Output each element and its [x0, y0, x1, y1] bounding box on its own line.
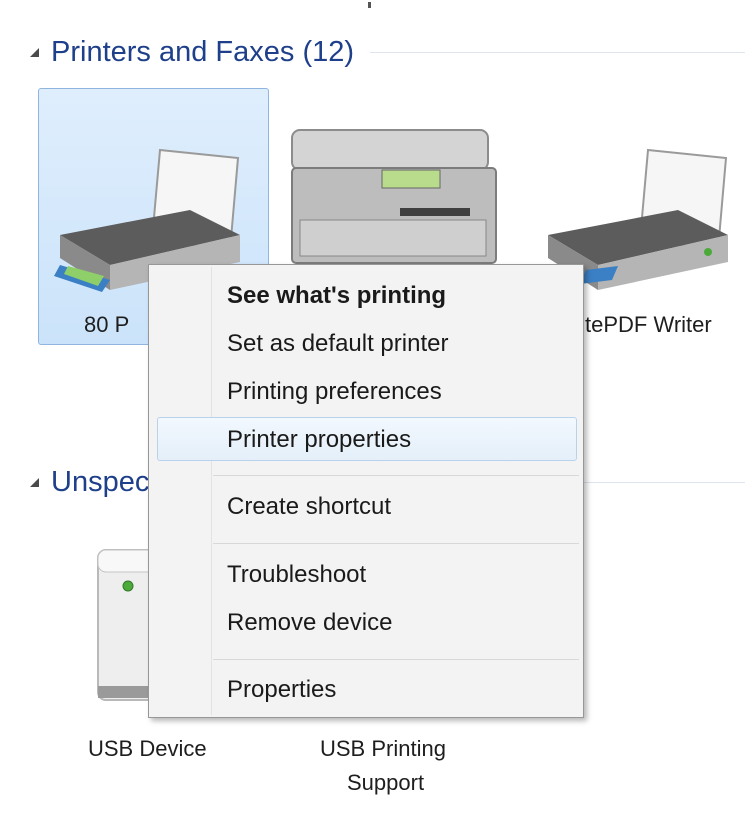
device-label: 80 P — [84, 312, 130, 337]
collapse-triangle-icon[interactable] — [30, 478, 39, 487]
menu-item-create-shortcut[interactable]: Create shortcut — [227, 493, 391, 521]
context-menu: See what's printing Set as default print… — [148, 264, 584, 718]
menu-item-remove-device[interactable]: Remove device — [227, 609, 392, 637]
menu-separator — [213, 659, 579, 660]
menu-item-properties[interactable]: Properties — [227, 676, 336, 704]
menu-separator — [213, 543, 579, 544]
device-label: tePDF Writer — [585, 312, 712, 337]
device-label: Support — [347, 770, 425, 795]
menu-gutter — [211, 267, 212, 715]
menu-item-printing-preferences[interactable]: Printing preferences — [227, 378, 442, 406]
menu-item-printer-properties[interactable]: Printer properties — [227, 426, 411, 454]
group-divider — [370, 52, 745, 53]
multifunction-printer-icon[interactable] — [288, 120, 498, 270]
group-title-printers: Printers and Faxes (12) — [51, 36, 355, 68]
group-title-unspecified: Unspec — [51, 466, 150, 498]
menu-separator — [213, 475, 579, 476]
collapse-triangle-icon[interactable] — [30, 48, 39, 57]
menu-item-see-whats-printing[interactable]: See what's printing — [227, 282, 446, 310]
scroll-tick — [368, 2, 371, 8]
device-label: USB Printing — [320, 736, 446, 761]
menu-item-set-default-printer[interactable]: Set as default printer — [227, 330, 448, 358]
menu-item-troubleshoot[interactable]: Troubleshoot — [227, 561, 366, 589]
device-label: USB Device — [88, 736, 207, 761]
group-header-printers[interactable]: Printers and Faxes (12) — [30, 36, 745, 69]
